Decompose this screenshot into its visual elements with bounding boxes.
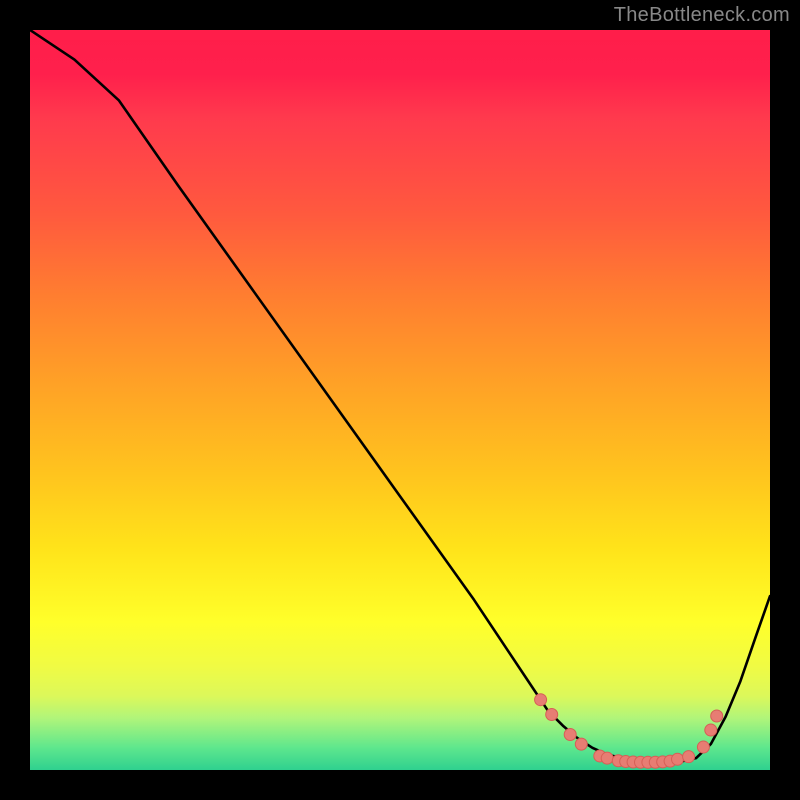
chart-svg xyxy=(30,30,770,770)
curve-marker xyxy=(711,710,723,722)
curve-marker xyxy=(535,694,547,706)
curve-marker xyxy=(546,709,558,721)
curve-marker xyxy=(575,738,587,750)
marker-group xyxy=(535,694,723,769)
curve-marker xyxy=(705,724,717,736)
chart-frame: TheBottleneck.com xyxy=(0,0,800,800)
curve-marker xyxy=(564,728,576,740)
curve-marker xyxy=(672,753,684,765)
curve-marker xyxy=(697,741,709,753)
curve-marker xyxy=(683,751,695,763)
curve-line xyxy=(30,30,770,762)
plot-area xyxy=(30,30,770,770)
watermark-label: TheBottleneck.com xyxy=(614,4,790,27)
curve-marker xyxy=(601,752,613,764)
